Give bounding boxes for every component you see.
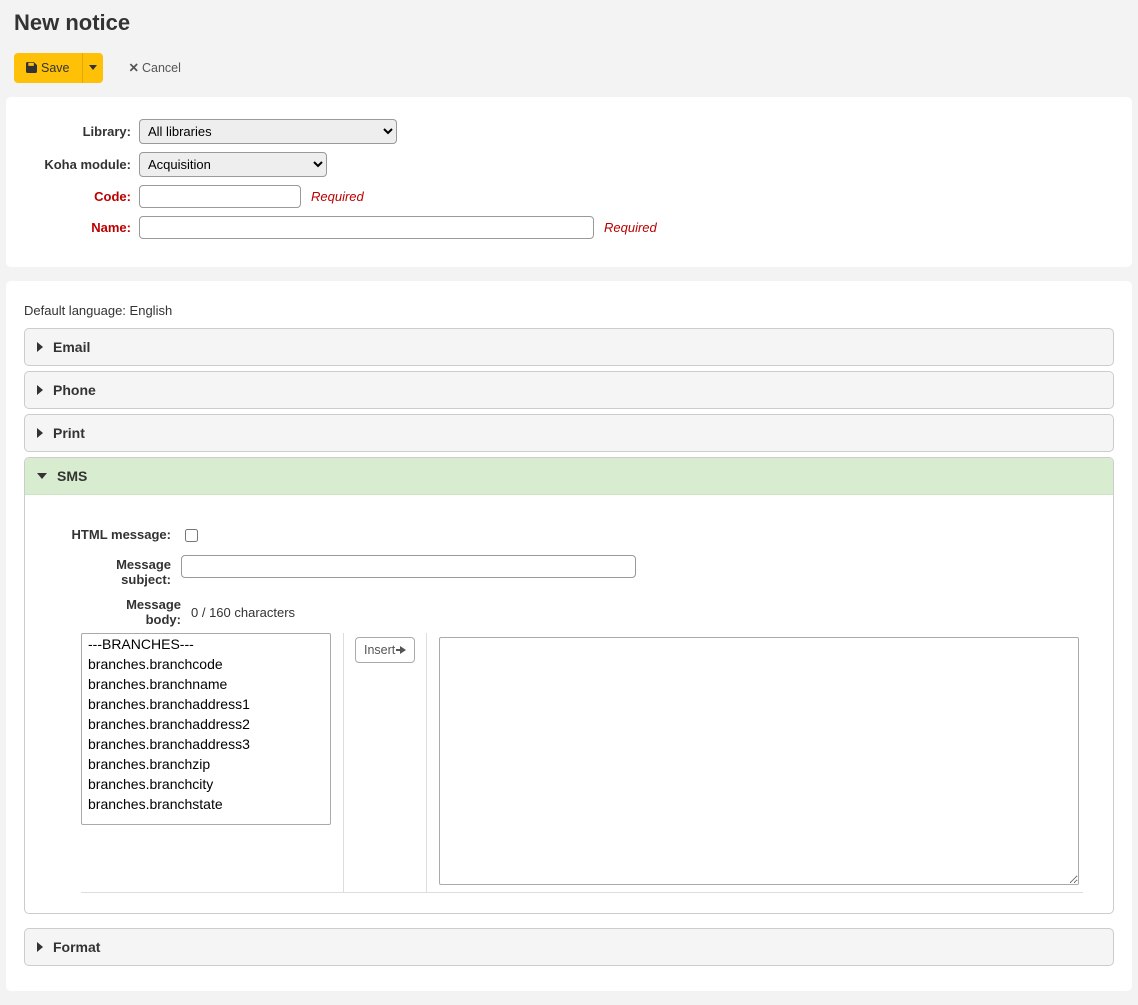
save-button[interactable]: Save xyxy=(14,53,82,83)
tag-option[interactable]: branches.branchzip xyxy=(82,754,330,774)
arrow-right-icon xyxy=(400,646,406,654)
message-body-section: Message body: 0 / 160 characters ---BRAN… xyxy=(63,597,1083,893)
accordion-header-email[interactable]: Email xyxy=(25,329,1113,365)
tag-option[interactable]: branches.branchstate xyxy=(82,794,330,814)
module-select[interactable]: Acquisition xyxy=(139,152,327,177)
name-required-text: Required xyxy=(604,220,657,235)
body-label: Message body: xyxy=(63,597,191,627)
code-input[interactable] xyxy=(139,185,301,208)
accordion-label: SMS xyxy=(57,468,87,484)
message-body-textarea[interactable] xyxy=(439,637,1079,885)
default-language: Default language: English xyxy=(24,303,1114,318)
tag-option[interactable]: branches.branchaddress1 xyxy=(82,694,330,714)
subject-label: Message subject: xyxy=(63,555,181,587)
accordion-label: Email xyxy=(53,339,90,355)
html-message-checkbox[interactable] xyxy=(185,529,198,542)
tag-option[interactable]: branches.branchaddress2 xyxy=(82,714,330,734)
name-input[interactable] xyxy=(139,216,594,239)
code-required-text: Required xyxy=(311,189,364,204)
sections-panel: Default language: English Email Phone Pr… xyxy=(6,281,1132,991)
library-select[interactable]: All libraries xyxy=(139,119,397,144)
sms-body: HTML message: Message subject: Message b… xyxy=(25,495,1113,913)
save-dropdown-toggle[interactable] xyxy=(82,53,103,83)
accordion-header-phone[interactable]: Phone xyxy=(25,372,1113,408)
code-label: Code: xyxy=(24,189,139,204)
caret-down-icon xyxy=(89,65,97,70)
save-button-group: Save xyxy=(14,53,103,83)
tag-option[interactable]: branches.branchname xyxy=(82,674,330,694)
default-language-label: Default language: xyxy=(24,303,126,318)
tag-option[interactable]: branches.branchcode xyxy=(82,654,330,674)
accordion-sms: SMS HTML message: Message subject: Messa… xyxy=(24,457,1114,914)
module-label: Koha module: xyxy=(24,157,139,172)
main-form-panel: Library: All libraries Koha module: Acqu… xyxy=(6,97,1132,267)
accordion-email: Email xyxy=(24,328,1114,366)
close-icon: ✕ xyxy=(129,60,139,75)
caret-right-icon xyxy=(37,428,43,438)
caret-right-icon xyxy=(37,942,43,952)
accordion-label: Print xyxy=(53,425,85,441)
insert-column: Insert xyxy=(344,633,427,892)
accordion-header-format[interactable]: Format xyxy=(25,929,1113,965)
caret-right-icon xyxy=(37,342,43,352)
subject-input[interactable] xyxy=(181,555,636,578)
library-label: Library: xyxy=(24,124,139,139)
insert-button-label: Insert xyxy=(364,643,395,657)
tags-column: ---BRANCHES---branches.branchcodebranche… xyxy=(81,633,344,892)
cancel-button[interactable]: ✕ Cancel xyxy=(117,52,193,83)
accordion-header-print[interactable]: Print xyxy=(25,415,1113,451)
cancel-button-label: Cancel xyxy=(142,61,181,75)
char-counter: 0 / 160 characters xyxy=(191,605,295,620)
default-language-value: English xyxy=(130,303,173,318)
accordion-format: Format xyxy=(24,928,1114,966)
name-label: Name: xyxy=(24,220,139,235)
caret-down-icon xyxy=(37,473,47,479)
save-button-label: Save xyxy=(41,61,70,75)
tag-option[interactable]: branches.branchcity xyxy=(82,774,330,794)
caret-right-icon xyxy=(37,385,43,395)
html-message-label: HTML message: xyxy=(63,525,181,542)
toolbar: Save ✕ Cancel xyxy=(14,52,1138,83)
tag-list[interactable]: ---BRANCHES---branches.branchcodebranche… xyxy=(81,633,331,825)
accordion-label: Phone xyxy=(53,382,96,398)
tag-option[interactable]: branches.branchaddress3 xyxy=(82,734,330,754)
body-column xyxy=(427,633,1083,892)
accordion-phone: Phone xyxy=(24,371,1114,409)
page-title: New notice xyxy=(14,10,1138,36)
accordion-label: Format xyxy=(53,939,100,955)
accordion-print: Print xyxy=(24,414,1114,452)
tag-option[interactable]: ---BRANCHES--- xyxy=(82,634,330,654)
save-icon xyxy=(26,62,37,73)
insert-button[interactable]: Insert xyxy=(355,637,415,663)
accordion-header-sms[interactable]: SMS xyxy=(25,458,1113,495)
